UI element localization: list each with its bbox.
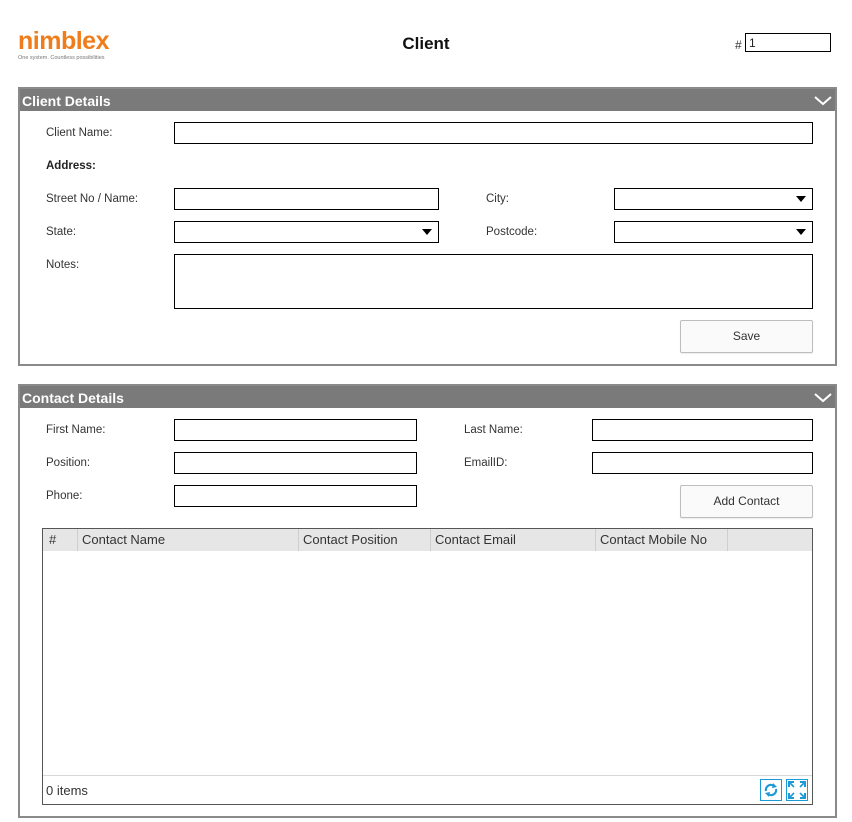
position-input[interactable] — [174, 452, 417, 474]
column-header-number[interactable]: # — [43, 529, 78, 551]
postcode-select[interactable] — [614, 221, 813, 243]
grid-header: # Contact Name Contact Position Contact … — [43, 529, 812, 551]
column-header-contact-mobile[interactable]: Contact Mobile No — [596, 529, 728, 551]
phone-input[interactable] — [174, 485, 417, 507]
logo-tagline: One system. Countless possibilities — [18, 55, 105, 61]
email-input[interactable] — [592, 452, 813, 474]
dropdown-arrow-icon[interactable] — [422, 229, 432, 235]
record-id-field[interactable]: 1 — [745, 33, 831, 52]
phone-label: Phone: — [46, 490, 83, 502]
address-label: Address: — [46, 160, 96, 172]
chevron-down-icon[interactable] — [813, 389, 833, 405]
chevron-down-icon[interactable] — [813, 92, 833, 108]
grid-footer: 0 items — [43, 775, 812, 804]
street-input[interactable] — [174, 188, 439, 210]
client-details-title: Client Details — [22, 93, 111, 109]
city-label: City: — [486, 193, 509, 205]
last-name-input[interactable] — [592, 419, 813, 441]
dropdown-arrow-icon[interactable] — [796, 229, 806, 235]
client-name-input[interactable] — [174, 122, 813, 144]
column-header-contact-position[interactable]: Contact Position — [299, 529, 431, 551]
client-details-header[interactable]: Client Details — [20, 89, 835, 111]
email-label: EmailID: — [464, 457, 508, 469]
client-details-panel: Client Details Client Name: Address: Str… — [18, 87, 837, 366]
expand-icon[interactable] — [786, 779, 808, 801]
contact-details-header[interactable]: Contact Details — [20, 386, 835, 408]
contact-details-title: Contact Details — [22, 390, 124, 406]
contact-details-panel: Contact Details First Name: Last Name: P… — [18, 384, 837, 818]
dropdown-arrow-icon[interactable] — [796, 196, 806, 202]
state-select[interactable] — [174, 221, 439, 243]
position-label: Position: — [46, 457, 91, 469]
state-label: State: — [46, 226, 77, 238]
contacts-grid: # Contact Name Contact Position Contact … — [42, 528, 813, 805]
street-label: Street No / Name: — [46, 193, 139, 205]
refresh-icon[interactable] — [760, 779, 782, 801]
notes-textarea[interactable] — [174, 254, 813, 309]
column-header-contact-name[interactable]: Contact Name — [78, 529, 299, 551]
save-button[interactable]: Save — [680, 320, 813, 353]
first-name-input[interactable] — [174, 419, 417, 441]
notes-label: Notes: — [46, 259, 80, 271]
first-name-label: First Name: — [46, 424, 106, 436]
client-name-label: Client Name: — [46, 127, 113, 139]
city-select[interactable] — [614, 188, 813, 210]
last-name-label: Last Name: — [464, 424, 523, 436]
postcode-label: Postcode: — [486, 226, 538, 238]
record-id-label: # — [735, 38, 742, 52]
items-count: 0 items — [46, 783, 88, 798]
column-header-contact-email[interactable]: Contact Email — [431, 529, 596, 551]
add-contact-button[interactable]: Add Contact — [680, 485, 813, 518]
page-title: Client — [402, 34, 450, 53]
